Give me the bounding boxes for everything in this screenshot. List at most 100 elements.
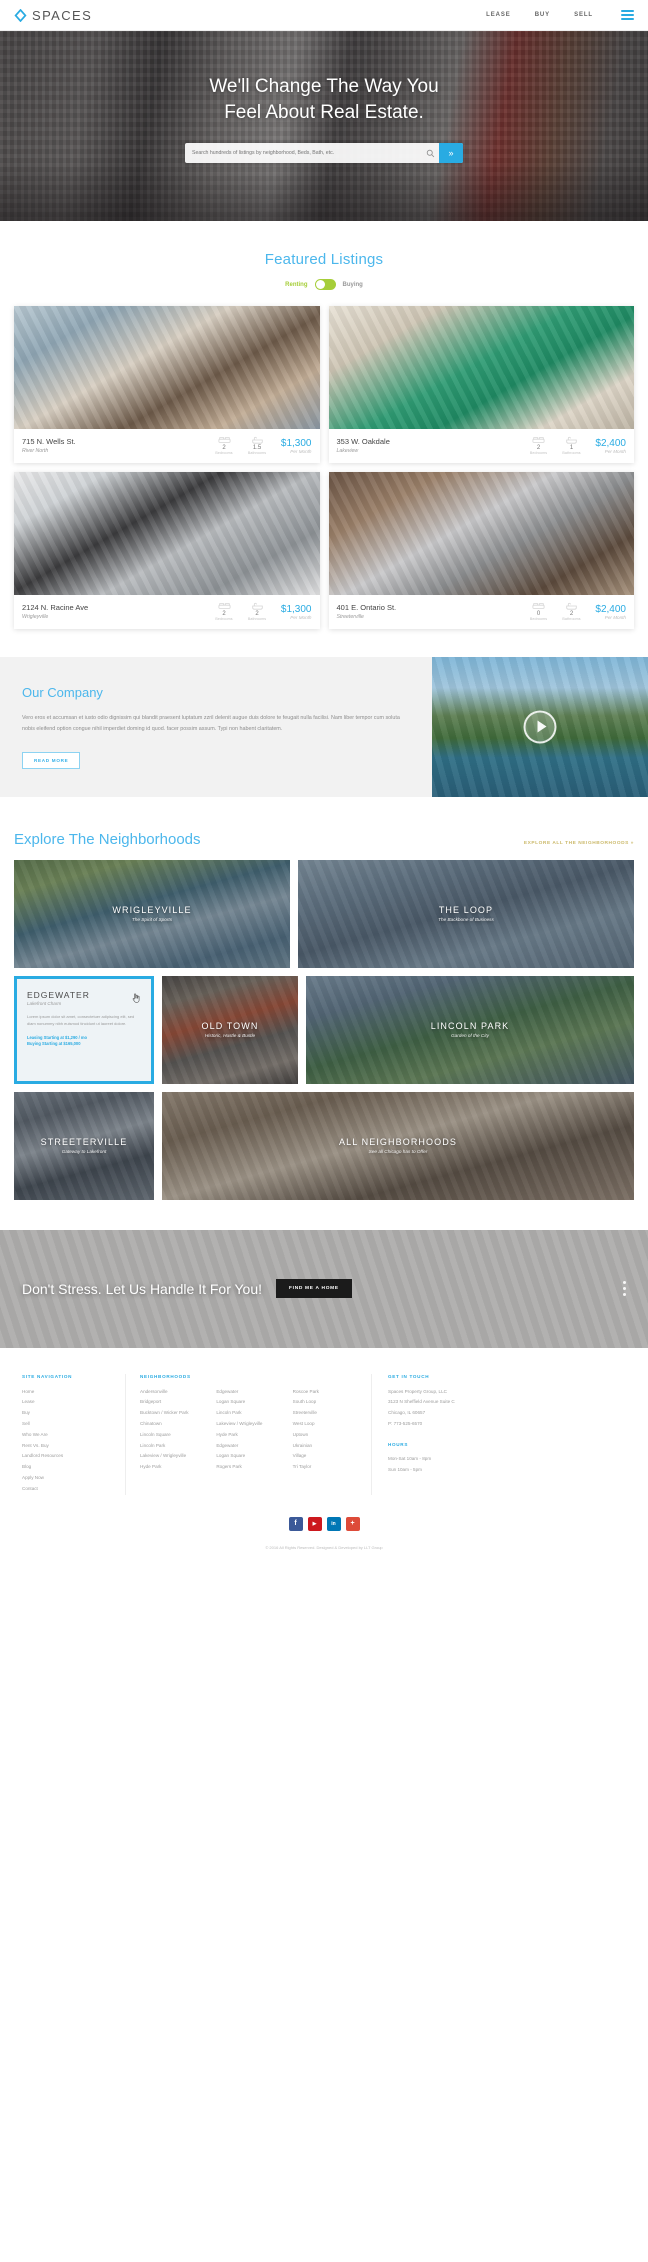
find-me-a-home-button[interactable]: FIND ME A HOME <box>276 1279 352 1299</box>
footer-hood-link[interactable]: West Loop <box>293 1419 357 1430</box>
listing-photo[interactable] <box>14 306 320 429</box>
toggle-switch[interactable] <box>314 279 336 290</box>
footer-hood-link[interactable]: Rogers Park <box>216 1462 280 1473</box>
read-more-button[interactable]: READ MORE <box>22 751 81 769</box>
footer-hood-link[interactable]: Ukrainian <box>293 1441 357 1452</box>
footer-link-home[interactable]: Home <box>22 1387 111 1398</box>
footer-hood-link[interactable]: Lincoln Square <box>140 1430 204 1441</box>
footer-hood-link[interactable]: Lincoln Park <box>216 1408 280 1419</box>
explore-all-neighborhoods-link[interactable]: EXPLORE ALL THE NEIGHBORHOODS » <box>524 841 634 846</box>
footer-link-buy[interactable]: Buy <box>22 1408 111 1419</box>
footer-hood-link[interactable]: Streeterville <box>293 1408 357 1419</box>
footer-hood-link[interactable]: Edgewater <box>216 1387 280 1398</box>
footer-get-in-touch: GET IN TOUCH Spaces Property Group, LLC … <box>372 1374 626 1495</box>
site-footer: SITE NAVIGATION Home Lease Buy Sell Who … <box>0 1347 648 1495</box>
footer-company-name: Spaces Property Group, LLC <box>388 1388 447 1394</box>
footer-heading-neighborhoods: NEIGHBORHOODS <box>140 1373 191 1379</box>
neighborhood-name: OLD TOWN <box>201 1021 259 1032</box>
footer-hood-link[interactable]: Chinatown <box>140 1419 204 1430</box>
listing-neighborhood: Streeterville <box>336 614 364 620</box>
footer-hood-link[interactable]: Logan Square <box>216 1397 280 1408</box>
explore-all-label: EXPLORE ALL THE NEIGHBORHOODS <box>523 840 629 846</box>
neighborhood-card-old-town[interactable]: OLD TOWN Historic, Hustle & Bustle <box>162 975 298 1084</box>
footer-hood-link[interactable]: Lakeview / Wrigleyville <box>140 1451 204 1462</box>
googleplus-icon[interactable]: + <box>345 1516 360 1531</box>
magnifier-icon[interactable] <box>421 143 439 163</box>
site-header: SPACES LEASE BUY SELL <box>0 0 648 31</box>
footer-neighborhoods-col3: Roscoe Park South Loop Streeterville Wes… <box>293 1374 357 1495</box>
listing-bedrooms: 2 Bedrooms <box>527 436 550 455</box>
neighborhood-card-edgewater[interactable]: EDGEWATER Lakefront Charm Lorem ipsum do… <box>14 975 154 1084</box>
footer-link-apply-now[interactable]: Apply Now <box>22 1473 111 1484</box>
footer-hood-link[interactable]: Edgewater <box>216 1441 280 1452</box>
listing-card[interactable]: 2124 N. Racine Ave Wrigleyville 2 Bedroo… <box>14 472 320 629</box>
footer-hood-link[interactable]: Lincoln Park <box>140 1441 204 1452</box>
neighborhood-card-lincoln-park[interactable]: LINCOLN PARK Garden of the City <box>306 975 634 1084</box>
neighborhood-card-the-loop[interactable]: THE LOOP The Backbone of Business <box>298 859 634 968</box>
footer-hood-link[interactable]: Uptown <box>293 1430 357 1441</box>
footer-hood-link[interactable]: Andersonville <box>140 1387 204 1398</box>
neighborhood-name: ALL NEIGHBORHOODS <box>339 1137 457 1148</box>
hero-banner: We'll Change The Way You Feel About Real… <box>0 31 648 221</box>
footer-link-landlord-resources[interactable]: Landlord Resources <box>22 1451 111 1462</box>
neighborhood-card-all-neighborhoods[interactable]: ALL NEIGHBORHOODS See all Chicago has to… <box>162 1091 634 1200</box>
neighborhood-tagline: The Backbone of Business <box>438 917 494 923</box>
footer-link-contact[interactable]: Contact <box>22 1484 111 1495</box>
bedrooms-label: Bedrooms <box>215 617 233 621</box>
listing-bathrooms: 1.5 Bathrooms <box>246 436 269 455</box>
footer-hood-link[interactable]: South Loop <box>293 1397 357 1408</box>
company-video[interactable] <box>432 657 648 797</box>
youtube-icon[interactable]: ▶ <box>307 1516 322 1531</box>
footer-link-lease[interactable]: Lease <box>22 1397 111 1408</box>
play-button-icon[interactable] <box>523 710 557 744</box>
neighborhoods-grid: WRIGLEYVILLE The Spirit of Sports THE LO… <box>0 848 648 1200</box>
footer-hood-link[interactable]: Village <box>293 1451 357 1462</box>
nav-item-lease[interactable]: LEASE <box>486 12 511 18</box>
footer-hood-link[interactable]: Hyde Park <box>140 1462 204 1473</box>
neighborhood-tagline: The Spirit of Sports <box>131 917 173 923</box>
cta-headline: Don't Stress. Let Us Handle It For You! <box>22 1280 263 1297</box>
hamburger-menu-icon[interactable] <box>621 10 634 20</box>
copyright-text: © 2016 All Rights Reserved. Designed & D… <box>265 1544 383 1550</box>
footer-link-rent-vs-buy[interactable]: Rent Vs. Buy <box>22 1441 111 1452</box>
footer-hood-link[interactable]: Hyde Park <box>216 1430 280 1441</box>
listing-type-toggle[interactable]: Renting Buying <box>14 279 634 290</box>
listing-card[interactable]: 401 E. Ontario St. Streeterville 0 Bedro… <box>328 472 634 629</box>
search-submit-button[interactable]: » <box>439 143 463 164</box>
footer-hood-link[interactable]: Roscoe Park <box>293 1387 357 1398</box>
footer-hood-link[interactable]: Bridgeport <box>140 1397 204 1408</box>
neighborhood-card-streeterville[interactable]: STREETERVILLE Gateway to Lakefront <box>14 1091 154 1200</box>
toggle-label-buying[interactable]: Buying <box>343 282 363 288</box>
footer-hours-sunday: Sun 10am - 5pm <box>388 1466 422 1472</box>
listing-card[interactable]: 353 W. Oakdale Lakeview 2 Bedrooms 1 Bat… <box>328 306 634 463</box>
bath-icon <box>246 602 269 610</box>
linkedin-icon[interactable]: in <box>326 1516 341 1531</box>
footer-link-sell[interactable]: Sell <box>22 1419 111 1430</box>
toggle-label-renting[interactable]: Renting <box>285 282 307 288</box>
footer-hood-link[interactable]: Bucktown / Wicker Park <box>140 1408 204 1419</box>
facebook-icon[interactable]: f <box>288 1516 303 1531</box>
edgewater-name: EDGEWATER <box>27 989 90 1000</box>
listing-photo[interactable] <box>328 472 634 595</box>
hero-search-bar[interactable]: » <box>185 143 463 164</box>
search-input[interactable] <box>185 143 421 164</box>
neighborhood-card-wrigleyville[interactable]: WRIGLEYVILLE The Spirit of Sports <box>14 859 290 968</box>
hero-headline-line2: Feel About Real Estate. <box>224 101 424 123</box>
cta-banner: Don't Stress. Let Us Handle It For You! … <box>0 1229 648 1348</box>
brand-logo[interactable]: SPACES <box>14 8 92 23</box>
brand-name: SPACES <box>32 7 93 23</box>
footer-link-who-we-are[interactable]: Who We Are <box>22 1430 111 1441</box>
listing-photo[interactable] <box>14 472 320 595</box>
footer-hood-link[interactable]: Lakeview / Wrigleyville <box>216 1419 280 1430</box>
footer-heading-site-navigation: SITE NAVIGATION <box>22 1373 73 1379</box>
nav-item-sell[interactable]: SELL <box>574 12 593 18</box>
footer-hood-link[interactable]: Logan Square <box>216 1451 280 1462</box>
listing-card[interactable]: 715 N. Wells St. River North 2 Bedrooms <box>14 306 320 463</box>
vertical-dots-icon[interactable] <box>623 1281 626 1297</box>
listing-photo[interactable] <box>328 306 634 429</box>
footer-link-blog[interactable]: Blog <box>22 1462 111 1473</box>
footer-site-navigation: SITE NAVIGATION Home Lease Buy Sell Who … <box>22 1373 126 1495</box>
listing-bedrooms: 0 Bedrooms <box>527 602 550 621</box>
footer-hood-link[interactable]: Tri Taylor <box>293 1462 357 1473</box>
nav-item-buy[interactable]: BUY <box>535 12 550 18</box>
